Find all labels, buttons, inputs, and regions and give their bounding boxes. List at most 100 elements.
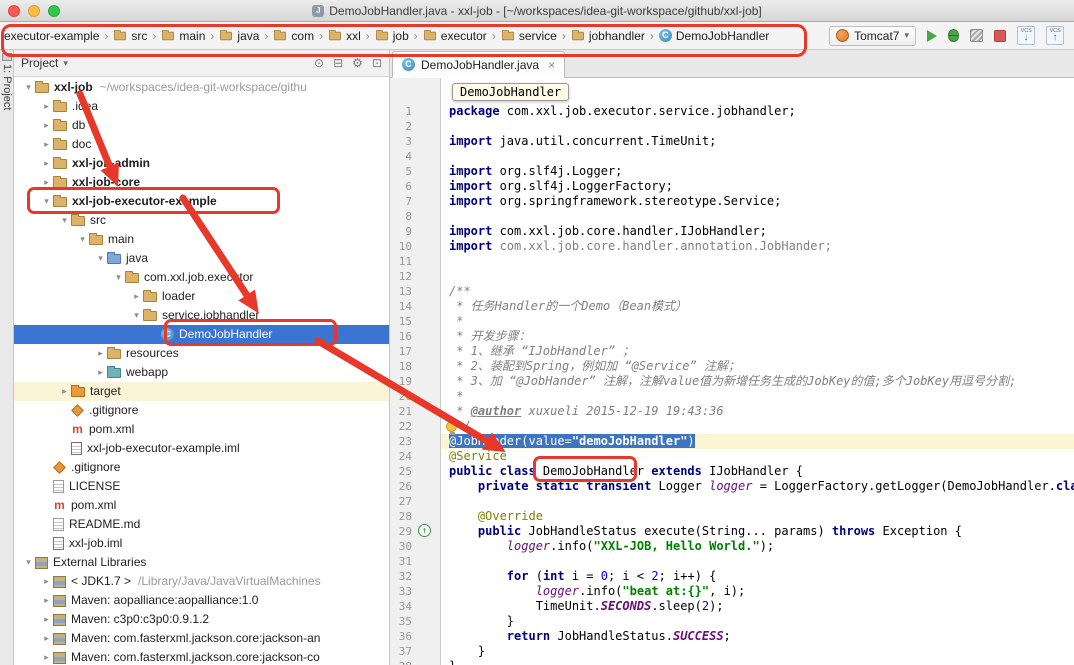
- chevron-down-icon[interactable]: ▾: [40, 192, 53, 211]
- code-line[interactable]: 4: [390, 149, 1074, 164]
- breadcrumb-item[interactable]: jobhandler: [570, 29, 646, 43]
- vcs-update-icon[interactable]: VCS↓: [1017, 26, 1035, 45]
- code-line[interactable]: 29 public JobHandleStatus execute(String…: [390, 524, 1074, 539]
- code-line[interactable]: 26 private static transient Logger logge…: [390, 479, 1074, 494]
- code-line[interactable]: 11: [390, 254, 1074, 269]
- chevron-right-icon[interactable]: ▸: [40, 173, 53, 192]
- code-line[interactable]: 3import java.util.concurrent.TimeUnit;: [390, 134, 1074, 149]
- breadcrumb-item[interactable]: main: [160, 29, 206, 43]
- breadcrumb-item[interactable]: executor: [422, 29, 488, 43]
- tree-row[interactable]: ▾main: [14, 230, 389, 249]
- tree-row[interactable]: .gitignore: [14, 401, 389, 420]
- vcs-commit-icon[interactable]: VCS↑: [1046, 26, 1064, 45]
- debug-icon[interactable]: [948, 29, 959, 42]
- code-line[interactable]: 30 logger.info("XXL-JOB, Hello World.");: [390, 539, 1074, 554]
- chevron-down-icon[interactable]: ▾: [112, 268, 125, 287]
- code-line[interactable]: 28 @Override: [390, 509, 1074, 524]
- code-line[interactable]: 33 logger.info("beat at:{}", i);: [390, 584, 1074, 599]
- tree-row[interactable]: ▸xxl-job-core: [14, 173, 389, 192]
- code-line[interactable]: 13/**: [390, 284, 1074, 299]
- tree-row[interactable]: xxl-job.iml: [14, 534, 389, 553]
- tree-row[interactable]: ▾src: [14, 211, 389, 230]
- code-line[interactable]: 18 * 2、装配到Spring，例如加 “@Service” 注解；: [390, 359, 1074, 374]
- project-stripe-button[interactable]: 1: Project: [1, 64, 13, 110]
- code-line[interactable]: 22 */: [390, 419, 1074, 434]
- tree-row[interactable]: ▾xxl-job-executor-example: [14, 192, 389, 211]
- breadcrumb-item[interactable]: com: [272, 29, 315, 43]
- tree-row[interactable]: CDemoJobHandler: [14, 325, 389, 344]
- chevron-right-icon[interactable]: ▸: [58, 382, 71, 401]
- chevron-right-icon[interactable]: ▸: [94, 344, 107, 363]
- chevron-down-icon[interactable]: ▾: [22, 78, 35, 97]
- code-line[interactable]: 31: [390, 554, 1074, 569]
- code-line[interactable]: 36 return JobHandleStatus.SUCCESS;: [390, 629, 1074, 644]
- chevron-down-icon[interactable]: ▾: [58, 211, 71, 230]
- code-line[interactable]: 8: [390, 209, 1074, 224]
- chevron-right-icon[interactable]: ▸: [94, 363, 107, 382]
- chevron-right-icon[interactable]: ▸: [40, 591, 53, 610]
- tree-row[interactable]: LICENSE: [14, 477, 389, 496]
- run-config-selector[interactable]: Tomcat7 ▾: [829, 26, 916, 46]
- breadcrumb-item[interactable]: src: [112, 29, 148, 43]
- code-line[interactable]: 16 * 开发步骤：: [390, 329, 1074, 344]
- chevron-right-icon[interactable]: ▸: [130, 287, 143, 306]
- tree-row[interactable]: ▸xxl-job-admin: [14, 154, 389, 173]
- code-line[interactable]: 23@JobHander(value="demoJobHandler"): [390, 434, 1074, 449]
- coverage-icon[interactable]: [970, 29, 983, 42]
- tree-row[interactable]: ▸webapp: [14, 363, 389, 382]
- code-line[interactable]: 14 * 任务Handler的一个Demo（Bean模式）: [390, 299, 1074, 314]
- code-line[interactable]: 37 }: [390, 644, 1074, 659]
- chevron-right-icon[interactable]: ▸: [40, 116, 53, 135]
- chevron-right-icon[interactable]: ▸: [40, 97, 53, 116]
- tree-row[interactable]: mpom.xml: [14, 496, 389, 515]
- tree-row[interactable]: xxl-job-executor-example.iml: [14, 439, 389, 458]
- breadcrumb-item[interactable]: CDemoJobHandler: [658, 29, 770, 43]
- zoom-button[interactable]: [48, 5, 60, 17]
- code-line[interactable]: 32 for (int i = 0; i < 2; i++) {: [390, 569, 1074, 584]
- code-editor[interactable]: 1package com.xxl.job.executor.service.jo…: [390, 78, 1074, 665]
- code-line[interactable]: 2: [390, 119, 1074, 134]
- code-line[interactable]: 6import org.slf4j.LoggerFactory;: [390, 179, 1074, 194]
- tree-row[interactable]: ▸doc: [14, 135, 389, 154]
- tree-row[interactable]: ▸Maven: com.fasterxml.jackson.core:jacks…: [14, 629, 389, 648]
- chevron-right-icon[interactable]: ▸: [40, 135, 53, 154]
- chevron-down-icon[interactable]: ▾: [94, 249, 107, 268]
- code-line[interactable]: 9import com.xxl.job.core.handler.IJobHan…: [390, 224, 1074, 239]
- tree-row[interactable]: ▸Maven: com.fasterxml.jackson.core:jacks…: [14, 648, 389, 665]
- tree-row[interactable]: ▾java: [14, 249, 389, 268]
- code-line[interactable]: 10import com.xxl.job.core.handler.annota…: [390, 239, 1074, 254]
- code-line[interactable]: 7import org.springframework.stereotype.S…: [390, 194, 1074, 209]
- override-gutter-icon[interactable]: ↑: [418, 524, 431, 537]
- chevron-right-icon[interactable]: ▸: [40, 629, 53, 648]
- chevron-down-icon[interactable]: ▾: [130, 306, 143, 325]
- tree-row[interactable]: .gitignore: [14, 458, 389, 477]
- locate-icon[interactable]: ⊙: [314, 56, 324, 70]
- chevron-right-icon[interactable]: ▸: [40, 154, 53, 173]
- code-line[interactable]: 38}: [390, 659, 1074, 665]
- chevron-right-icon[interactable]: ▸: [40, 610, 53, 629]
- minimize-button[interactable]: [28, 5, 40, 17]
- breadcrumb-item[interactable]: executor-example: [3, 29, 100, 43]
- breadcrumb-item[interactable]: java: [218, 29, 260, 43]
- code-line[interactable]: 27: [390, 494, 1074, 509]
- tree-row[interactable]: ▸< JDK1.7 >/Library/Java/JavaVirtualMach…: [14, 572, 389, 591]
- hide-icon[interactable]: ⊡: [372, 56, 382, 70]
- code-line[interactable]: 19 * 3、加 “@JobHander” 注解，注解value值为新增任务生成…: [390, 374, 1074, 389]
- tree-row[interactable]: mpom.xml: [14, 420, 389, 439]
- code-line[interactable]: 1package com.xxl.job.executor.service.jo…: [390, 104, 1074, 119]
- chevron-right-icon[interactable]: ▸: [40, 572, 53, 591]
- project-view-selector[interactable]: Project ▾: [21, 56, 68, 70]
- code-line[interactable]: 34 TimeUnit.SECONDS.sleep(2);: [390, 599, 1074, 614]
- chevron-down-icon[interactable]: ▾: [76, 230, 89, 249]
- code-line[interactable]: 21 * @author xuxueli 2015-12-19 19:43:36: [390, 404, 1074, 419]
- code-line[interactable]: 15 *: [390, 314, 1074, 329]
- code-line[interactable]: 17 * 1、继承 “IJobHandler” ；: [390, 344, 1074, 359]
- code-line[interactable]: 24@Service: [390, 449, 1074, 464]
- code-line[interactable]: 25public class DemoJobHandler extends IJ…: [390, 464, 1074, 479]
- tree-row[interactable]: ▸resources: [14, 344, 389, 363]
- chevron-right-icon[interactable]: ▸: [40, 648, 53, 665]
- tree-row[interactable]: ▾xxl-job~/workspaces/idea-git-workspace/…: [14, 78, 389, 97]
- intention-bulb-icon[interactable]: [446, 421, 457, 432]
- run-icon[interactable]: [927, 30, 937, 42]
- tree-row[interactable]: ▸db: [14, 116, 389, 135]
